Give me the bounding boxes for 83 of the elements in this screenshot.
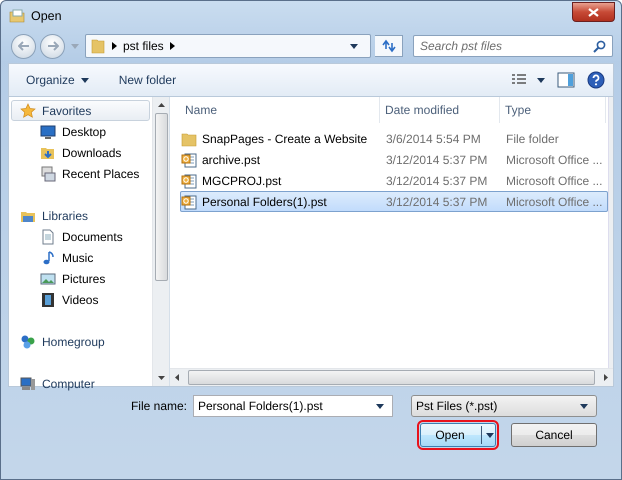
pictures-icon <box>40 270 56 286</box>
column-header[interactable]: Name <box>180 97 380 123</box>
scrollbar[interactable] <box>608 97 613 368</box>
back-arrow-icon <box>18 41 30 51</box>
column-header[interactable]: Date modified <box>380 97 500 123</box>
search-field[interactable]: Search pst files <box>413 35 613 57</box>
file-row[interactable]: SnapPages - Create a Website 3/6/2014 5:54 PM File folder <box>180 128 608 149</box>
view-options-button[interactable] <box>511 73 545 87</box>
address-bar[interactable]: pst files <box>85 34 371 58</box>
type-cell-text: File folder <box>505 132 560 146</box>
date-cell-text: 3/12/2014 5:37 PM <box>385 194 488 208</box>
file-name-label: File name: <box>130 399 187 413</box>
date-cell-text: 3/12/2014 5:37 PM <box>385 152 488 166</box>
file-name-field[interactable]: Personal Folders(1).pst <box>193 395 393 417</box>
back-button[interactable] <box>11 34 36 58</box>
type-cell-text: Microsoft Office ... <box>505 194 604 208</box>
search-icon <box>593 40 606 53</box>
sidebar-item[interactable]: Documents <box>11 226 150 247</box>
scrollbar[interactable] <box>152 97 169 386</box>
sidebar-item[interactable]: Videos <box>11 289 150 310</box>
column-header[interactable]: Type <box>500 97 606 123</box>
file-row[interactable]: MGCPROJ.pst 3/12/2014 5:37 PM Microsoft Office ... <box>180 170 608 191</box>
open-button[interactable]: Open <box>420 423 496 447</box>
chevron-icon <box>112 42 117 50</box>
caret-icon <box>350 44 358 48</box>
chevron-icon <box>170 42 175 50</box>
help-button[interactable] <box>587 71 605 89</box>
new-folder-button[interactable]: New folder <box>116 70 178 90</box>
computer-icon <box>20 376 36 392</box>
cancel-button[interactable]: Cancel <box>511 423 597 447</box>
preview-pane-button[interactable] <box>557 72 575 88</box>
sidebar-item[interactable]: Downloads <box>11 142 150 163</box>
sidebar-item[interactable]: Favorites <box>11 100 150 121</box>
folder-icon <box>181 130 197 146</box>
star-icon <box>20 102 36 118</box>
file-name: archive.pst <box>202 152 260 166</box>
file-row[interactable]: Personal Folders(1).pst 3/12/2014 5:37 PM Microsoft Office ... <box>180 191 608 212</box>
sidebar-item[interactable]: Pictures <box>11 268 150 289</box>
file-icon <box>181 194 197 210</box>
organize-menu[interactable]: Organize <box>24 70 91 90</box>
scroll-right-icon[interactable] <box>604 374 608 381</box>
file-name: MGCPROJ.pst <box>202 174 282 188</box>
file-icon <box>181 172 197 188</box>
sidebar-item[interactable]: Recent Places <box>11 163 150 184</box>
homegroup-icon <box>20 334 36 350</box>
scrollbar[interactable] <box>170 368 613 386</box>
videos-icon <box>40 292 56 308</box>
close-icon <box>588 8 599 16</box>
window-title: Open <box>31 9 63 23</box>
type-cell-text: Microsoft Office ... <box>505 174 604 188</box>
close-button[interactable] <box>572 2 615 22</box>
sidebar-item[interactable]: Homegroup <box>11 331 150 352</box>
scroll-down-icon[interactable] <box>158 376 164 380</box>
caret-icon <box>537 78 545 82</box>
sidebar-item[interactable]: Desktop <box>11 121 150 142</box>
sidebar-item[interactable]: Libraries <box>11 205 150 226</box>
documents-icon <box>40 228 56 244</box>
forward-button[interactable] <box>40 34 65 58</box>
scroll-left-icon[interactable] <box>175 374 179 381</box>
refresh-button[interactable] <box>375 35 403 57</box>
dropdown-caret-icon <box>376 404 384 409</box>
scroll-up-icon[interactable] <box>158 103 164 107</box>
breadcrumb[interactable]: pst files <box>123 39 164 53</box>
folder-icon <box>9 9 25 23</box>
date-cell-text: 3/12/2014 5:37 PM <box>385 174 488 188</box>
refresh-icon <box>380 39 396 53</box>
sidebar-item[interactable]: Computer <box>11 373 150 394</box>
recent-icon <box>40 166 56 182</box>
file-name: SnapPages - Create a Website <box>202 132 368 146</box>
file-icon <box>181 152 197 168</box>
date-cell-text: 3/6/2014 5:54 PM <box>385 132 482 146</box>
caret-icon <box>80 78 89 82</box>
list-view-icon <box>511 73 527 87</box>
file-row[interactable]: archive.pst 3/12/2014 5:37 PM Microsoft Office ... <box>180 149 608 170</box>
dropdown-caret-icon <box>580 404 588 408</box>
sidebar-item[interactable]: Music <box>11 247 150 268</box>
forward-arrow-icon <box>46 41 58 51</box>
folder-icon <box>90 38 106 54</box>
desktop-icon <box>40 124 56 140</box>
file-name: Personal Folders(1).pst <box>202 194 327 208</box>
type-cell-text: Microsoft Office ... <box>505 152 604 166</box>
file-type-dropdown[interactable]: Pst Files (*.pst) <box>411 395 597 417</box>
caret-icon <box>486 432 494 438</box>
